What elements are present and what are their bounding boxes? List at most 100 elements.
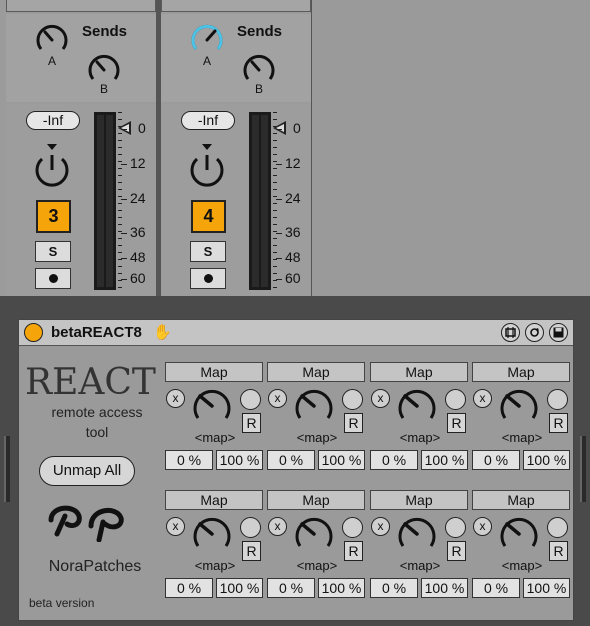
clear-mapping-button[interactable]: x — [166, 389, 185, 408]
map-button[interactable]: Map — [165, 490, 263, 510]
range-max-field[interactable]: 100 % — [523, 450, 570, 470]
range-min-field[interactable]: 0 % — [165, 450, 213, 470]
range-max-field[interactable]: 100 % — [318, 578, 365, 598]
toggle-button[interactable] — [445, 517, 466, 538]
pan-knob[interactable] — [32, 142, 72, 188]
scale-minor-tick — [273, 147, 277, 148]
clip-slot[interactable] — [161, 0, 311, 12]
clear-mapping-button[interactable]: x — [473, 389, 492, 408]
mapping-knob[interactable] — [394, 384, 440, 426]
range-max-field[interactable]: 100 % — [421, 578, 468, 598]
mapping-knob[interactable] — [189, 512, 235, 554]
toggle-button[interactable] — [547, 389, 568, 410]
pan-knob[interactable] — [187, 142, 227, 188]
scale-minor-tick — [273, 266, 277, 267]
scale-label: 60 — [285, 270, 301, 286]
range-max-field[interactable]: 100 % — [318, 450, 365, 470]
toggle-button[interactable] — [342, 389, 363, 410]
toggle-button[interactable] — [445, 389, 466, 410]
clip-slot[interactable] — [6, 0, 156, 12]
range-max-field[interactable]: 100 % — [216, 450, 263, 470]
scale-minor-tick — [273, 196, 277, 197]
reverse-button[interactable]: R — [344, 541, 363, 561]
reverse-button[interactable]: R — [549, 541, 568, 561]
reverse-button[interactable]: R — [242, 413, 261, 433]
sends-section: Sends A B — [161, 14, 311, 102]
scale-minor-tick — [118, 210, 122, 211]
scale-minor-tick — [273, 119, 277, 120]
clear-mapping-button[interactable]: x — [371, 389, 390, 408]
range-max-field[interactable]: 100 % — [523, 578, 570, 598]
clear-mapping-button[interactable]: x — [473, 517, 492, 536]
map-button[interactable]: Map — [165, 362, 263, 382]
save-icon[interactable] — [549, 323, 568, 342]
map-button[interactable]: Map — [472, 362, 570, 382]
scale-minor-tick — [273, 210, 277, 211]
mapping-knob[interactable] — [496, 384, 542, 426]
scale-minor-tick — [118, 154, 122, 155]
clear-mapping-button[interactable]: x — [166, 517, 185, 536]
mapping-knob[interactable] — [496, 512, 542, 554]
toggle-button[interactable] — [240, 517, 261, 538]
range-max-field[interactable]: 100 % — [421, 450, 468, 470]
arm-button[interactable] — [35, 268, 71, 289]
reverse-button[interactable]: R — [549, 413, 568, 433]
scale-label: 0 — [293, 120, 301, 136]
scale-minor-tick — [118, 147, 122, 148]
mapping-knob[interactable] — [291, 384, 337, 426]
save-preset-icon[interactable] — [525, 323, 544, 342]
toggle-button[interactable] — [547, 517, 568, 538]
resize-handle-right[interactable] — [580, 436, 586, 502]
reverse-button[interactable]: R — [447, 541, 466, 561]
scale-tick — [121, 129, 127, 130]
scale-label: 24 — [130, 190, 146, 206]
map-button[interactable]: Map — [370, 362, 468, 382]
range-min-field[interactable]: 0 % — [370, 578, 418, 598]
volume-readout[interactable]: -Inf — [26, 111, 80, 130]
send-a-label: A — [48, 54, 57, 68]
reverse-button[interactable]: R — [242, 541, 261, 561]
solo-button[interactable]: S — [35, 241, 71, 262]
scale-minor-tick — [118, 140, 122, 141]
reverse-button[interactable]: R — [447, 413, 466, 433]
range-min-field[interactable]: 0 % — [267, 450, 315, 470]
track-activator[interactable]: 4 — [191, 200, 226, 233]
scale-minor-tick — [273, 154, 277, 155]
hand-icon: ✋ — [153, 324, 172, 341]
map-button[interactable]: Map — [267, 362, 365, 382]
range-max-field[interactable]: 100 % — [216, 578, 263, 598]
sends-section: Sends A B — [6, 14, 156, 102]
range-min-field[interactable]: 0 % — [165, 578, 213, 598]
reverse-button[interactable]: R — [344, 413, 363, 433]
map-button[interactable]: Map — [370, 490, 468, 510]
toggle-button[interactable] — [342, 517, 363, 538]
author-name: NoraPatches — [48, 558, 142, 575]
range-min-field[interactable]: 0 % — [370, 450, 418, 470]
mapping-knob[interactable] — [189, 384, 235, 426]
subtitle-line-2: tool — [85, 424, 109, 440]
map-button[interactable]: Map — [267, 490, 365, 510]
clear-mapping-button[interactable]: x — [268, 517, 287, 536]
range-min-field[interactable]: 0 % — [472, 578, 520, 598]
scale-label: 36 — [130, 224, 146, 240]
range-min-field[interactable]: 0 % — [472, 450, 520, 470]
unmap-all-button[interactable]: Unmap All — [39, 456, 135, 486]
mapping-knob[interactable] — [291, 512, 337, 554]
track-activator[interactable]: 3 — [36, 200, 71, 233]
hot-swap-icon[interactable] — [501, 323, 520, 342]
map-button[interactable]: Map — [472, 490, 570, 510]
scale-label: 12 — [130, 155, 146, 171]
range-min-field[interactable]: 0 % — [267, 578, 315, 598]
scale-tick — [121, 258, 127, 259]
resize-handle-left[interactable] — [4, 436, 10, 502]
arm-button[interactable] — [190, 268, 226, 289]
solo-button[interactable]: S — [190, 241, 226, 262]
mapping-knob[interactable] — [394, 512, 440, 554]
volume-readout[interactable]: -Inf — [181, 111, 235, 130]
toggle-button[interactable] — [240, 389, 261, 410]
power-icon[interactable] — [24, 323, 43, 342]
scale-label: 0 — [138, 120, 146, 136]
clear-mapping-button[interactable]: x — [371, 517, 390, 536]
clear-mapping-button[interactable]: x — [268, 389, 287, 408]
mapping-slot-6: Map x R <map> 0 % 100 % — [267, 490, 365, 602]
